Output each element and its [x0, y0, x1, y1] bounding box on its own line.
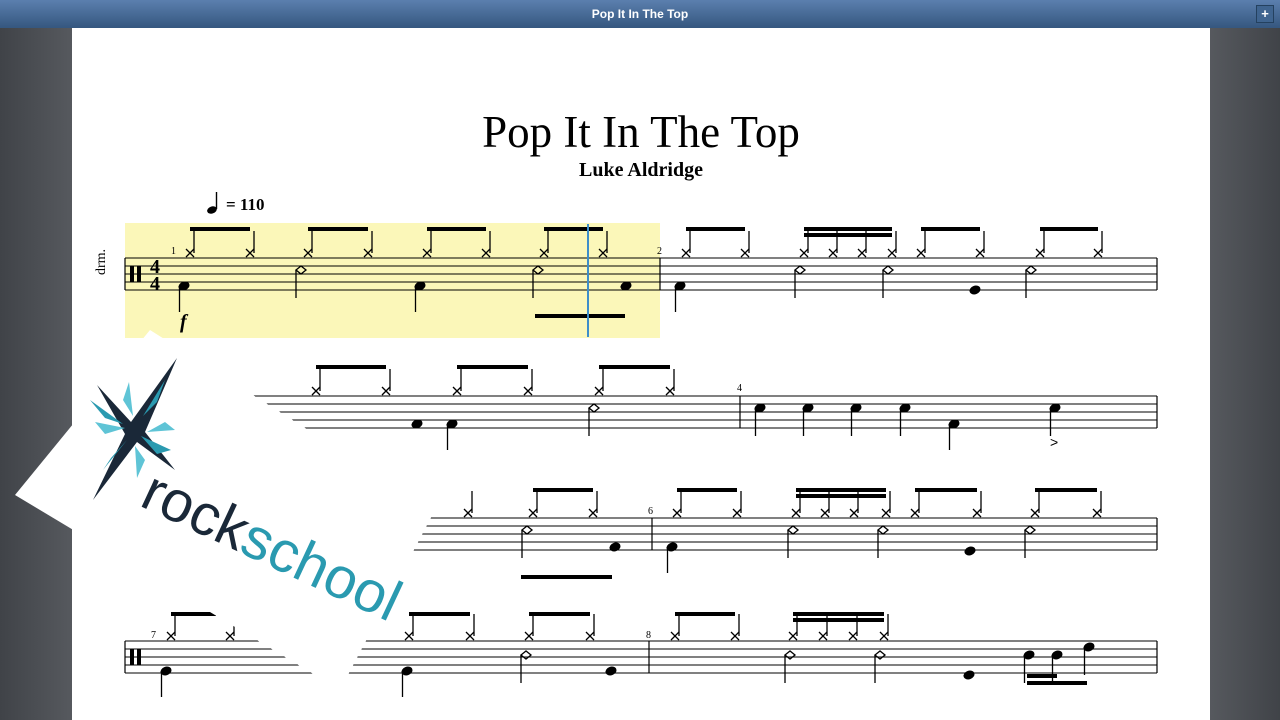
score-notation: 4 4 1 2 4 6 7 8 f >	[124, 223, 1158, 697]
measure-number: 8	[646, 630, 651, 641]
playback-highlight	[125, 223, 660, 338]
measure-number: 4	[737, 383, 742, 394]
measure-number: 1	[171, 246, 176, 257]
measure-number: 2	[657, 246, 662, 257]
measure-number: 7	[151, 630, 156, 641]
time-signature-bottom: 4	[150, 273, 160, 295]
accent-mark: >	[1050, 434, 1058, 450]
measure-number: 6	[648, 506, 653, 517]
